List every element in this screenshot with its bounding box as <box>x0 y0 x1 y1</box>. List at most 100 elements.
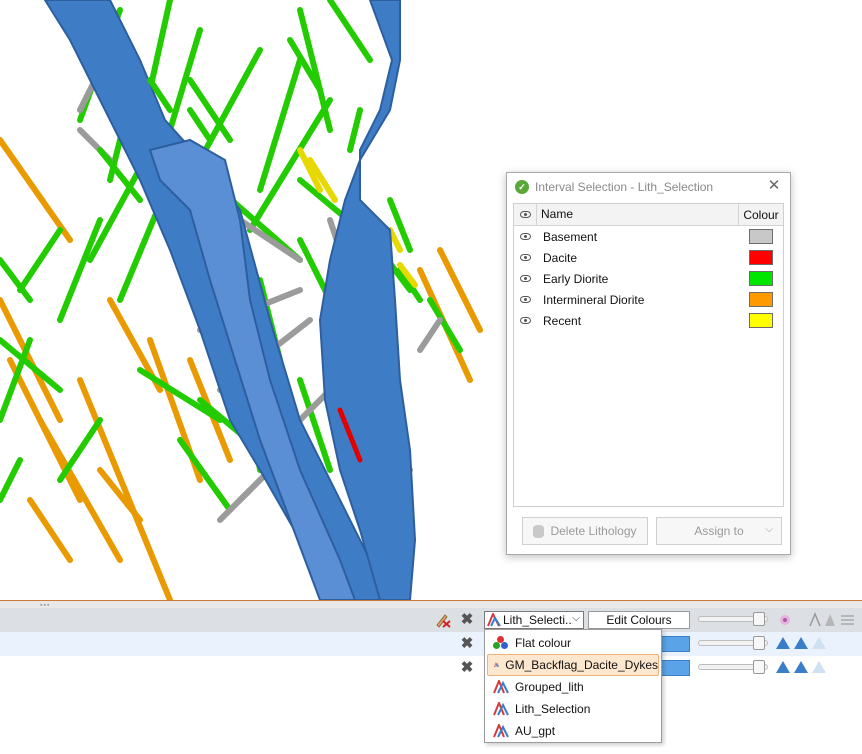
opacity-slider[interactable] <box>698 636 768 650</box>
remove-icon[interactable]: ✖ <box>460 612 474 627</box>
dialog-footer: Delete Lithology Assign to ⌵ <box>522 517 782 545</box>
dropdown-option[interactable]: AU_gpt <box>487 720 659 742</box>
close-icon[interactable]: ✕ <box>766 178 782 194</box>
interval-selection-dialog: ✓ Interval Selection - Lith_Selection ✕ … <box>506 172 791 555</box>
lithology-name: Intermineral Diorite <box>543 292 645 307</box>
lithology-row[interactable]: Dacite <box>514 247 783 268</box>
eye-icon[interactable] <box>514 233 536 240</box>
drillhole-segment <box>0 457 23 503</box>
lithology-table: Name Colour Basement Dacite Early Diorite I… <box>513 203 784 507</box>
colour-swatch[interactable] <box>749 271 773 286</box>
lithology-row[interactable]: Intermineral Diorite <box>514 289 783 310</box>
surface-mode-icon[interactable] <box>776 637 790 649</box>
drillhole-segment <box>247 97 333 233</box>
drillhole-segment <box>137 367 223 423</box>
drillhole-segment <box>187 107 213 143</box>
colour-swatch[interactable] <box>749 250 773 265</box>
drillhole-segment <box>437 247 483 333</box>
opacity-slider[interactable] <box>698 660 768 674</box>
dropdown-option[interactable]: Flat colour <box>487 632 659 654</box>
drillhole-segment <box>257 57 303 193</box>
edit-remove-icon[interactable] <box>434 612 452 628</box>
colour-scheme-value: Lith_Selecti... <box>503 613 573 627</box>
dialog-titlebar[interactable]: ✓ Interval Selection - Lith_Selection ✕ <box>507 173 790 201</box>
chevron-down-icon: ⌵ <box>572 613 580 624</box>
dropdown-option-label: AU_gpt <box>515 724 556 738</box>
colour-swatch[interactable] <box>749 292 773 307</box>
lithology-name: Dacite <box>543 250 578 265</box>
drillhole-segment <box>177 437 233 513</box>
dropdown-option-label: Flat colour <box>515 636 572 650</box>
remove-icon[interactable]: ✖ <box>460 636 474 651</box>
drillhole-segment <box>27 497 73 563</box>
colourmap-icon <box>487 613 501 627</box>
colour-field[interactable] <box>660 636 690 652</box>
colour-swatch-cell[interactable] <box>739 250 783 265</box>
surface-mode-icon[interactable] <box>812 637 826 649</box>
surface-mode-icon[interactable] <box>812 661 826 673</box>
dropdown-option-label: Grouped_lith <box>515 680 584 694</box>
column-header-name[interactable]: Name <box>537 204 739 225</box>
slider-thumb[interactable] <box>753 612 765 626</box>
colour-swatch-cell[interactable] <box>739 271 783 286</box>
colour-swatch-cell[interactable] <box>739 292 783 307</box>
eye-icon[interactable] <box>514 317 536 324</box>
colour-field[interactable] <box>660 660 690 676</box>
table-body: Basement Dacite Early Diorite Intermineral … <box>514 226 783 331</box>
drillhole-segment <box>147 0 173 93</box>
dropdown-option[interactable]: GM_Backflag_Dacite_Dykes <box>487 654 659 676</box>
lithology-row[interactable]: Basement <box>514 226 783 247</box>
dropdown-option[interactable]: Grouped_lith <box>487 676 659 698</box>
colourmap-icon <box>493 680 509 694</box>
dropdown-option-label: GM_Backflag_Dacite_Dykes <box>505 658 658 672</box>
surface-mode-icon[interactable] <box>776 661 790 673</box>
drillhole-segment <box>0 137 73 243</box>
colour-swatch-cell[interactable] <box>739 229 783 244</box>
colour-scheme-combo[interactable]: Lith_Selecti... ⌵ <box>484 611 584 629</box>
lithology-name: Early Diorite <box>543 271 609 286</box>
drillhole-segment <box>77 377 173 600</box>
dialog-title: Interval Selection - Lith_Selection <box>535 180 714 194</box>
surface-mode-icon[interactable] <box>794 637 808 649</box>
render-mode-icons[interactable] <box>808 612 858 628</box>
eye-icon[interactable] <box>514 254 536 261</box>
drillhole-segment <box>327 0 373 63</box>
colourmap-icon <box>493 724 509 738</box>
drillhole-segment <box>417 317 443 353</box>
remove-icon[interactable]: ✖ <box>460 660 474 675</box>
edit-colours-button[interactable]: Edit Colours <box>588 611 690 629</box>
slider-thumb[interactable] <box>753 660 765 674</box>
colour-swatch-cell[interactable] <box>739 313 783 328</box>
visibility-header-icon[interactable] <box>514 204 537 225</box>
column-header-colour[interactable]: Colour <box>739 208 783 222</box>
assign-to-label: Assign to <box>694 524 744 538</box>
settings-flower-icon[interactable] <box>776 612 794 628</box>
flat-colour-icon <box>493 636 509 650</box>
drillhole-segment <box>57 417 103 483</box>
eye-icon[interactable] <box>514 275 536 282</box>
opacity-slider[interactable] <box>698 612 768 626</box>
lithology-row[interactable]: Early Diorite <box>514 268 783 289</box>
chevron-down-icon: ⌵ <box>765 524 773 535</box>
dropdown-option[interactable]: Lith_Selection <box>487 698 659 720</box>
assign-to-button[interactable]: Assign to ⌵ <box>656 517 782 545</box>
database-icon <box>533 524 545 538</box>
surface-mode-icon[interactable] <box>794 661 808 673</box>
colour-swatch[interactable] <box>749 313 773 328</box>
colour-swatch[interactable] <box>749 229 773 244</box>
dropdown-option-label: Lith_Selection <box>515 702 591 716</box>
lithology-row[interactable]: Recent <box>514 310 783 331</box>
colour-scheme-dropdown: Flat colour GM_Backflag_Dacite_Dykes Group… <box>484 629 662 743</box>
slider-thumb[interactable] <box>753 636 765 650</box>
delete-lithology-label: Delete Lithology <box>550 524 637 538</box>
colourmap-icon <box>493 702 509 716</box>
table-header: Name Colour <box>514 204 783 226</box>
drillhole-segment <box>17 227 63 293</box>
drillhole-segment <box>347 107 363 153</box>
drillhole-segment <box>297 7 333 133</box>
lithology-name: Recent <box>543 313 582 328</box>
eye-icon[interactable] <box>514 296 536 303</box>
app-logo-icon: ✓ <box>515 180 529 194</box>
delete-lithology-button[interactable]: Delete Lithology <box>522 517 648 545</box>
lithology-name: Basement <box>543 229 598 244</box>
